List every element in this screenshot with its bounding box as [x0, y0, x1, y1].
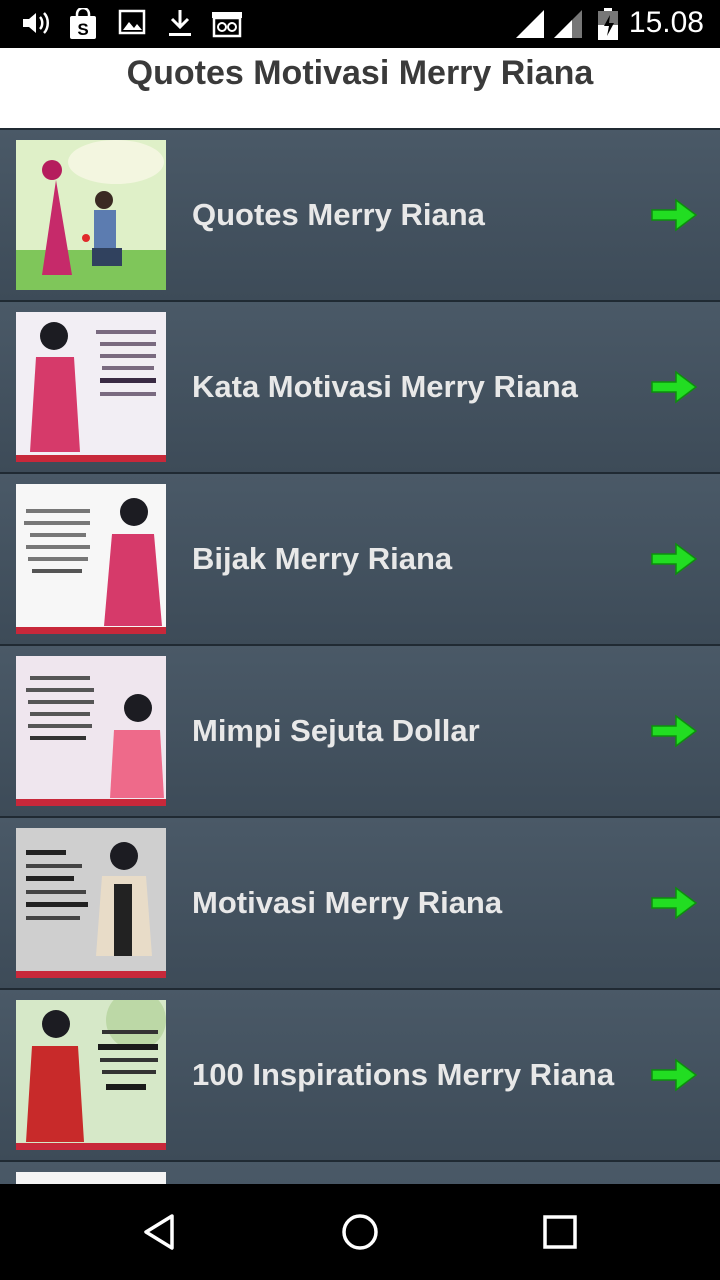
- app-header: Quotes Motivasi Merry Riana: [0, 48, 720, 130]
- quote-card-thumbnail: [16, 484, 166, 634]
- list-item[interactable]: Quotes Merry Riana: [0, 128, 720, 300]
- list-item-label: Motivasi Merry Riana: [192, 885, 503, 920]
- back-icon[interactable]: [140, 1212, 180, 1252]
- list-item[interactable]: Kata Motivasi Merry Riana: [0, 300, 720, 472]
- quote-card-thumbnail: [16, 828, 166, 978]
- shopping-bag-icon: S: [70, 8, 96, 39]
- list-item[interactable]: 100 Inspirations Merry Riana: [0, 988, 720, 1160]
- list-item-label: Mimpi Sejuta Dollar: [192, 713, 480, 748]
- quote-card-thumbnail: [16, 656, 166, 806]
- store-icon: [212, 12, 242, 38]
- home-icon[interactable]: [340, 1212, 380, 1252]
- list-item[interactable]: Bijak Merry Riana: [0, 472, 720, 644]
- quote-card-thumbnail: [16, 1000, 166, 1150]
- download-icon: [169, 10, 191, 36]
- status-bar: S 15.08: [0, 0, 720, 48]
- page-title: Quotes Motivasi Merry Riana: [126, 54, 594, 92]
- list-item[interactable]: Mimpi Sejuta Dollar: [0, 644, 720, 816]
- clock: 15.08: [628, 6, 704, 39]
- volume-icon: [23, 12, 49, 34]
- arrow-right-icon: [651, 198, 698, 232]
- list-item-label: Quotes Merry Riana: [192, 197, 485, 232]
- quote-card-thumbnail: [16, 312, 166, 462]
- arrow-right-icon: [651, 714, 698, 748]
- list-item-label: 100 Inspirations Merry Riana: [192, 1057, 615, 1092]
- signal-icon: [516, 10, 544, 38]
- image-icon: [118, 9, 146, 35]
- arrow-right-icon: [651, 886, 698, 920]
- svg-text:S: S: [77, 20, 88, 39]
- menu-list: Quotes Merry Riana Kata Motivasi Merry R…: [0, 128, 720, 1184]
- battery-icon: [598, 8, 618, 40]
- cartoon-couple-thumbnail: [16, 140, 166, 290]
- list-item-label: Kata Motivasi Merry Riana: [192, 369, 578, 404]
- navigation-bar: [0, 1184, 720, 1280]
- list-item-partial[interactable]: [0, 1160, 720, 1184]
- arrow-right-icon: [651, 1058, 698, 1092]
- list-item[interactable]: Motivasi Merry Riana: [0, 816, 720, 988]
- arrow-right-icon: [651, 370, 698, 404]
- signal-icon-2: [554, 10, 582, 38]
- list-item-label: Bijak Merry Riana: [192, 541, 453, 576]
- recent-apps-icon[interactable]: [540, 1212, 580, 1252]
- arrow-right-icon: [651, 542, 698, 576]
- partial-thumbnail: [16, 1172, 166, 1184]
